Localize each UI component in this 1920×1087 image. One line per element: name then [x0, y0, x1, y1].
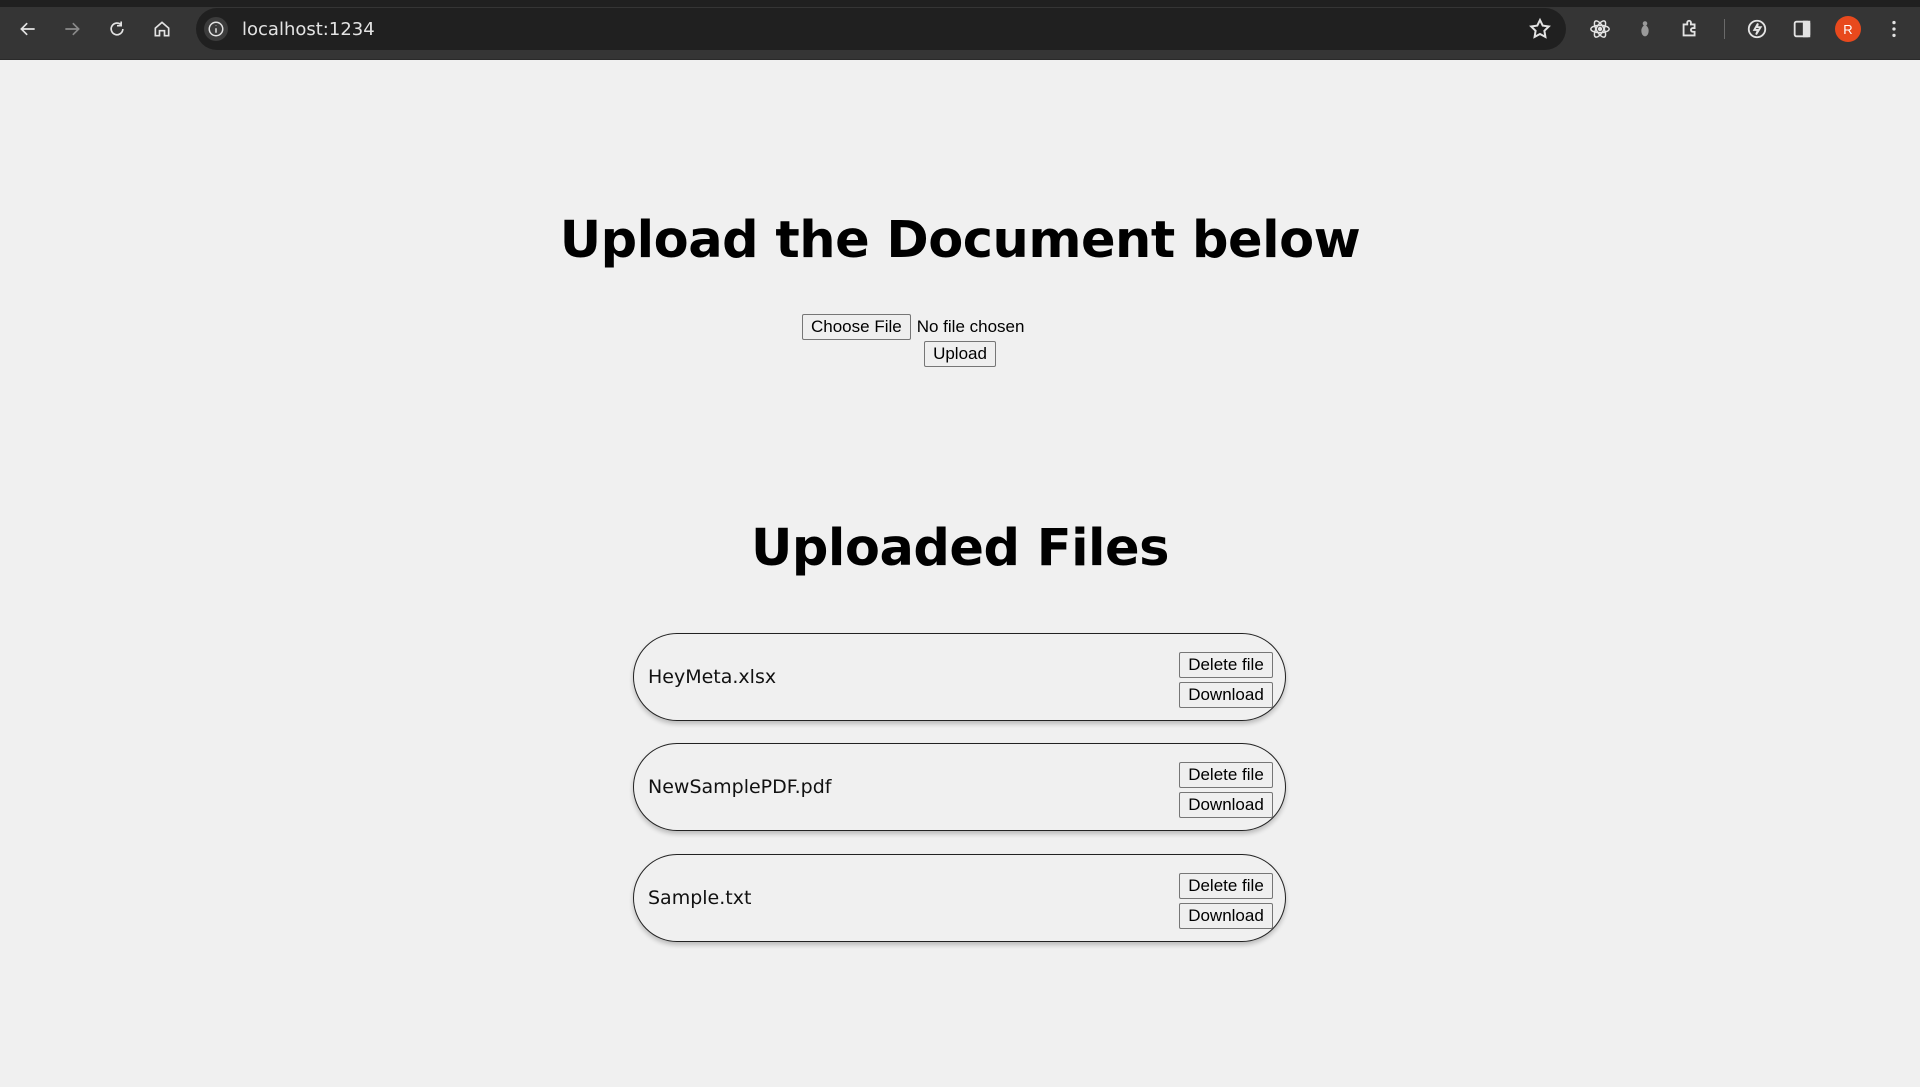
file-input[interactable]: Choose File No file chosen — [802, 314, 1024, 340]
menu-icon[interactable] — [1878, 13, 1910, 45]
performance-icon[interactable] — [1741, 13, 1773, 45]
download-button[interactable]: Download — [1179, 792, 1273, 818]
delete-file-button[interactable]: Delete file — [1179, 652, 1273, 678]
home-icon[interactable] — [146, 13, 178, 45]
tab-strip — [0, 0, 1920, 7]
delete-file-button[interactable]: Delete file — [1179, 762, 1273, 788]
url-text[interactable]: localhost:1234 — [242, 19, 375, 40]
site-info-icon[interactable] — [204, 17, 228, 41]
page-content: Upload the Document below Choose File No… — [0, 59, 1920, 1087]
upload-button[interactable]: Upload — [924, 341, 996, 367]
download-button[interactable]: Download — [1179, 682, 1273, 708]
file-name: Sample.txt — [648, 887, 752, 909]
back-icon[interactable] — [12, 13, 44, 45]
puzzle-extensions-icon[interactable] — [1674, 13, 1706, 45]
file-card: Sample.txt Delete file Download — [633, 854, 1286, 942]
profile-avatar[interactable]: R — [1835, 16, 1861, 42]
file-name: NewSamplePDF.pdf — [648, 776, 832, 798]
file-status-text: No file chosen — [916, 317, 1025, 336]
file-name: HeyMeta.xlsx — [648, 666, 777, 688]
side-panel-icon[interactable] — [1786, 13, 1818, 45]
choose-file-button[interactable]: Choose File — [802, 314, 911, 340]
extension-icon[interactable] — [1629, 13, 1661, 45]
toolbar-separator — [1724, 19, 1725, 39]
browser-toolbar: localhost:1234 R — [0, 0, 1920, 60]
upload-title: Upload the Document below — [559, 211, 1361, 270]
file-card: HeyMeta.xlsx Delete file Download — [633, 633, 1286, 721]
uploaded-files-title: Uploaded Files — [751, 519, 1169, 578]
download-button[interactable]: Download — [1179, 903, 1273, 929]
reload-icon[interactable] — [101, 13, 133, 45]
address-bar[interactable]: localhost:1234 — [196, 8, 1566, 50]
file-card: NewSamplePDF.pdf Delete file Download — [633, 743, 1286, 831]
forward-icon[interactable] — [56, 13, 88, 45]
delete-file-button[interactable]: Delete file — [1179, 873, 1273, 899]
bookmark-star-icon[interactable] — [1528, 17, 1552, 41]
react-devtools-icon[interactable] — [1584, 13, 1616, 45]
